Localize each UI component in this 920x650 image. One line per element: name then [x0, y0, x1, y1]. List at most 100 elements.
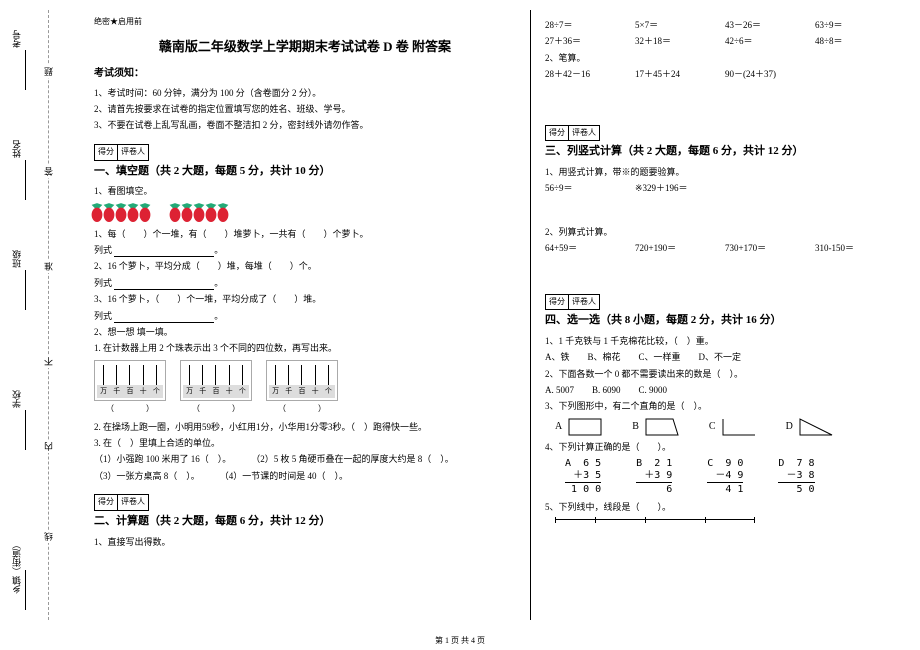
column-left: 绝密★启用前 赣南版二年级数学上学期期末考试试卷 D 卷 附答案 考试须知： 1… [80, 10, 531, 620]
vertical-calc-row: 56÷9＝ ※329＋196＝ [545, 181, 886, 195]
binding-label-school: 学校 [10, 390, 23, 408]
rectangle-icon [568, 418, 602, 436]
written-arith-row: 28＋42－16 17＋45＋24 90－(24＋37) [545, 67, 886, 81]
carrot-bunch [172, 203, 232, 223]
opt-label: C [709, 419, 716, 435]
opt-label: D [786, 419, 793, 435]
arith-item: 48÷8＝ [815, 34, 885, 48]
arith-item: 64+59＝ [545, 241, 615, 255]
notice-item: 3、不要在试卷上乱写乱画，卷面不整洁扣 2 分，密封线外请勿作答。 [94, 118, 516, 132]
carrot-illustration [94, 203, 516, 223]
mental-arith-row2: 27＋36＝ 32＋18＝ 42÷6＝ 48÷8＝ [545, 34, 886, 48]
right-triangle-icon [799, 418, 833, 436]
score-box: 得分 评卷人 [545, 125, 600, 142]
binding-label-name: 姓名 [10, 140, 23, 158]
section4-title: 四、选一选（共 8 小题，每题 2 分，共计 16 分） [545, 314, 782, 326]
binding-label-class: 班级 [10, 250, 23, 268]
binding-margin: 考号 姓名 班级 学校 乡镇（街道） 题 答 准 不 内 线 [0, 10, 80, 620]
sec2-q2-head: 2、笔算。 [545, 51, 886, 65]
arith-item: 32＋18＝ [635, 34, 705, 48]
score-cell-score: 得分 [546, 295, 569, 310]
arith-item: 43－26＝ [725, 18, 795, 32]
score-box: 得分 评卷人 [545, 294, 600, 311]
score-cell-marker: 评卷人 [118, 495, 148, 510]
shape-option-d: D [786, 418, 833, 436]
score-box: 得分 评卷人 [94, 144, 149, 161]
notice-item: 1、考试时间：60 分钟，满分为 100 分（含卷面分 2 分）。 [94, 86, 516, 100]
mental-arith-row1: 28÷7＝ 5×7＝ 43－26＝ 63÷9＝ [545, 18, 886, 32]
q2-sub2: 2. 在操场上跑一圈，小明用59秒，小红用1分，小华用1分零3秒。（ ）跑得快一… [94, 420, 516, 434]
shape-option-b: B [632, 418, 679, 436]
page-footer: 第 1 页 共 4 页 [0, 635, 920, 646]
arith-option-c: C 9 0 －4 9 4 1 [707, 458, 743, 496]
unit-item: （2）5 枚 5 角硬币叠在一起的厚度大约是 8（ ）。 [251, 452, 454, 466]
seal-marker: 题 [42, 65, 55, 78]
score-cell-marker: 评卷人 [569, 126, 599, 141]
counter-paren: （ ） [94, 403, 166, 416]
q1-lieshi3: 列式 。 [94, 309, 516, 323]
binding-label-township: 乡镇（街道） [10, 540, 23, 594]
q1-head: 1、看图填空。 [94, 184, 516, 198]
counter-frame: 万千百十个 （ ） [266, 360, 338, 416]
sec3-q2-head: 2、列算式计算。 [545, 225, 886, 239]
sec3-q1-head: 1、用竖式计算，带※的题要验算。 [545, 165, 886, 179]
arith-item: 56÷9＝ [545, 181, 615, 195]
unit-fill-row: （3）一张方桌高 8（ ）。 （4）一节课的时间是 40（ ）。 [94, 469, 516, 483]
sec4-q5: 5、下列线中，线段是（ ）。 [545, 500, 886, 514]
sealing-line [48, 10, 49, 620]
score-cell-score: 得分 [546, 126, 569, 141]
shape-option-a: A [555, 418, 602, 436]
counter-frame: 万千百十个 （ ） [180, 360, 252, 416]
binding-label-exam-no: 考号 [10, 30, 23, 48]
counters: 万千百十个 （ ） 万千百十个 （ ） 万千百十个 [94, 360, 516, 416]
arith-item: 28÷7＝ [545, 18, 615, 32]
seal-marker: 答 [42, 165, 55, 178]
carrot-bunch [94, 203, 154, 223]
section3-title: 三、列竖式计算（共 2 大题，每题 6 分，共计 12 分） [545, 145, 804, 157]
seal-marker: 内 [42, 440, 55, 453]
vertical-arith-options: A 6 5 ＋3 5 1 0 0 B 2 1 ＋3 9 6 C 9 0 －4 9… [565, 458, 886, 496]
arith-option-d: D 7 8 －3 8 5 0 [778, 458, 814, 496]
q1-line1: 1、每（ ）个一堆，有（ ）堆萝卜，一共有（ ）个萝卜。 [94, 227, 516, 241]
exam-page: 考号 姓名 班级 学校 乡镇（街道） 题 答 准 不 内 线 绝密★启用前 赣南… [0, 0, 920, 620]
seal-marker: 线 [42, 530, 55, 543]
score-cell-score: 得分 [95, 495, 118, 510]
arith-item: 5×7＝ [635, 18, 705, 32]
unit-fill-row: （1）小强跑 100 米用了 16（ ）。 （2）5 枚 5 角硬币叠在一起的厚… [94, 452, 516, 466]
arith-item: 730+170＝ [725, 241, 795, 255]
section2-title: 二、计算题（共 2 大题，每题 6 分，共计 12 分） [94, 515, 331, 527]
seal-marker: 不 [42, 355, 55, 368]
confidential-mark: 绝密★启用前 [94, 16, 516, 29]
shapes-row: A B C D [555, 418, 886, 436]
q1-line2: 2、16 个萝卜，平均分成（ ）堆，每堆（ ）个。 [94, 259, 516, 273]
sec4-q2-opts: A. 5007 B. 6090 C. 9000 [545, 383, 886, 397]
sec4-q1-opts: A、铁 B、棉花 C、一样重 D、不一定 [545, 350, 886, 364]
line-segment-diagram [555, 519, 755, 539]
q2-head: 2、想一想 填一填。 [94, 325, 516, 339]
arith-item: 310-150＝ [815, 241, 885, 255]
opt-label: A [555, 419, 562, 435]
counter-paren: （ ） [266, 403, 338, 416]
notice-heading: 考试须知： [94, 66, 516, 82]
arith-item: 28＋42－16 [545, 67, 615, 81]
counter-paren: （ ） [180, 403, 252, 416]
arith-item: 63÷9＝ [815, 18, 885, 32]
section1-title: 一、填空题（共 2 大题，每题 5 分，共计 10 分） [94, 165, 331, 177]
list-calc-row: 64+59＝ 720+190＝ 730+170＝ 310-150＝ [545, 241, 886, 255]
content-area: 绝密★启用前 赣南版二年级数学上学期期末考试试卷 D 卷 附答案 考试须知： 1… [80, 10, 900, 620]
unit-item: （4）一节课的时间是 40（ ）。 [220, 469, 348, 483]
arith-item: 720+190＝ [635, 241, 705, 255]
arith-item: 90－(24＋37) [725, 67, 795, 81]
score-cell-score: 得分 [95, 145, 118, 160]
q1-lieshi2: 列式 。 [94, 276, 516, 290]
arith-item: 27＋36＝ [545, 34, 615, 48]
score-cell-marker: 评卷人 [118, 145, 148, 160]
sec4-q1: 1、1 千克铁与 1 千克棉花比较，（ ）重。 [545, 334, 886, 348]
arith-option-b: B 2 1 ＋3 9 6 [636, 458, 672, 496]
unit-item: （3）一张方桌高 8（ ）。 [94, 469, 200, 483]
notice-item: 2、请首先按要求在试卷的指定位置填写您的姓名、班级、学号。 [94, 102, 516, 116]
q1-lieshi: 列式 。 [94, 243, 516, 257]
score-box: 得分 评卷人 [94, 494, 149, 511]
sec4-q3: 3、下列图形中，有二个直角的是（ ）。 [545, 399, 886, 413]
sec4-q2: 2、下面各数一个 0 都不需要读出来的数是（ ）。 [545, 367, 886, 381]
